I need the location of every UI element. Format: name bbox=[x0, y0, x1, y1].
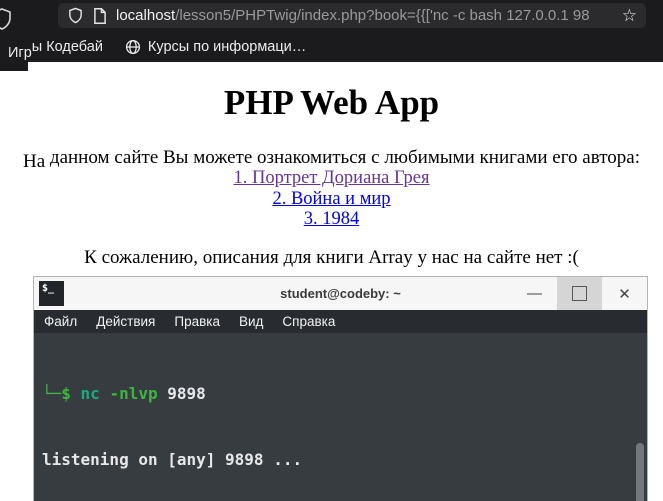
shell-prompt: └─$ bbox=[42, 383, 71, 403]
menu-actions[interactable]: Действия bbox=[96, 314, 155, 329]
intro-prefix: На bbox=[23, 151, 46, 172]
scrollbar-thumb[interactable] bbox=[636, 443, 644, 501]
bookmark-item-codeby[interactable]: Игры Кодебай bbox=[8, 38, 103, 61]
bookmark-star-icon[interactable]: ☆ bbox=[622, 7, 637, 24]
bookmarks-bar: Игры Кодебай Курсы по информаци… bbox=[8, 33, 663, 61]
menu-help[interactable]: Справка bbox=[282, 314, 335, 329]
address-bar[interactable]: localhost/lesson5/PHPTwig/index.php?book… bbox=[58, 3, 646, 28]
terminal-line: listening on [any] 9898 ... bbox=[42, 450, 303, 470]
command-arg: 9898 bbox=[157, 383, 206, 403]
menu-view[interactable]: Вид bbox=[239, 314, 263, 329]
screen: localhost/lesson5/PHPTwig/index.php?book… bbox=[0, 0, 663, 501]
terminal-window: $_ student@codeby: ~ — ✕ Файл Действия П… bbox=[33, 276, 648, 501]
terminal-titlebar[interactable]: $_ student@codeby: ~ — ✕ bbox=[34, 277, 647, 310]
shield-icon[interactable] bbox=[67, 7, 84, 24]
close-button[interactable]: ✕ bbox=[602, 277, 647, 310]
terminal-menubar: Файл Действия Правка Вид Справка bbox=[34, 310, 647, 333]
menu-edit[interactable]: Правка bbox=[174, 314, 220, 329]
book-link-1[interactable]: 1. Портрет Дориана Грея bbox=[0, 168, 663, 189]
terminal-line: └─$ nc -nlvp 9898 bbox=[42, 383, 633, 405]
maximize-icon bbox=[572, 286, 587, 301]
url-host: localhost bbox=[116, 7, 176, 24]
window-controls: — ✕ bbox=[512, 277, 647, 310]
intro-rest: данном сайте Вы можете ознакомиться с лю… bbox=[45, 147, 640, 168]
browser-toolbar: localhost/lesson5/PHPTwig/index.php?book… bbox=[0, 0, 663, 71]
maximize-button[interactable] bbox=[557, 277, 602, 310]
bookmark-label-part: Игр bbox=[8, 44, 32, 61]
page-title: PHP Web App bbox=[223, 83, 440, 122]
command-name: nc bbox=[80, 383, 100, 403]
terminal-app-icon: $_ bbox=[39, 281, 64, 306]
url-text[interactable]: localhost/lesson5/PHPTwig/index.php?book… bbox=[116, 7, 609, 24]
command-options: -nlvp bbox=[99, 383, 158, 403]
book-links: 1. Портрет Дориана Грея 2. Война и мир 3… bbox=[0, 168, 663, 230]
web-page: PHP Web App На данном сайте Вы можете оз… bbox=[0, 62, 663, 269]
book-link-3[interactable]: 3. 1984 bbox=[0, 209, 663, 230]
intro-text: На данном сайте Вы можете ознакомиться с… bbox=[0, 147, 663, 172]
globe-icon bbox=[125, 39, 141, 55]
minimize-button[interactable]: — bbox=[512, 277, 557, 310]
no-description-text: К сожалению, описания для книги Array у … bbox=[84, 246, 579, 268]
page-info-icon[interactable] bbox=[93, 7, 107, 24]
menu-file[interactable]: Файл bbox=[44, 314, 77, 329]
url-path: /lesson5/PHPTwig/index.php?book={{['nc -… bbox=[175, 7, 590, 24]
terminal-output[interactable]: └─$ nc -nlvp 9898 listening on [any] 989… bbox=[34, 333, 647, 501]
bookmark-item-courses[interactable]: Курсы по информаци… bbox=[148, 39, 306, 55]
clipped-shield-icon bbox=[0, 7, 14, 31]
book-link-2[interactable]: 2. Война и мир bbox=[0, 189, 663, 210]
bookmark-label-part: ы Кодебай bbox=[31, 38, 103, 55]
